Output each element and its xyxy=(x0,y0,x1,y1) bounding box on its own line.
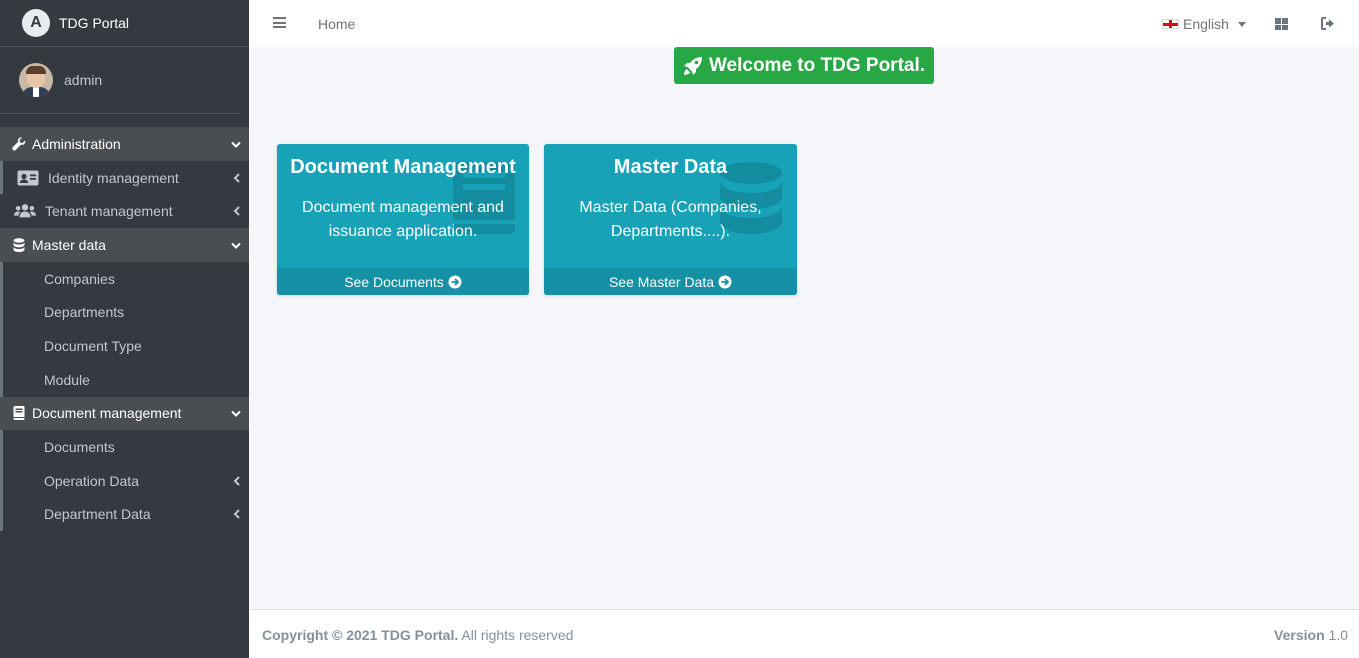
see-documents-link[interactable]: See Documents xyxy=(277,268,529,295)
sidebar-item-label: Tenant management xyxy=(45,203,173,220)
document-management-card: Document Management Document management … xyxy=(277,144,529,295)
top-navbar: Home English xyxy=(249,0,1359,47)
sidebar-item-operation-data[interactable]: Operation Data xyxy=(0,463,249,498)
version-label: Version xyxy=(1274,627,1325,643)
sidebar-item-documents[interactable]: Documents xyxy=(0,430,249,464)
caret-down-icon xyxy=(1237,21,1246,27)
card-text: Document management and issuance applica… xyxy=(302,199,504,240)
sidebar-item-label: Module xyxy=(44,371,90,388)
sidebar-item-label: Document Type xyxy=(44,337,142,354)
sidebar-item-label: Master data xyxy=(32,236,106,253)
brand-link[interactable]: A TDG Portal xyxy=(0,0,249,47)
card-text: Master Data (Companies, Departments....)… xyxy=(579,199,762,240)
brand-logo: A xyxy=(22,9,50,37)
chevron-down-icon xyxy=(231,237,241,253)
language-label: English xyxy=(1183,16,1229,32)
chevron-down-icon xyxy=(231,136,241,152)
sidebar-item-master-data[interactable]: Master data xyxy=(0,228,249,262)
rocket-icon xyxy=(683,56,702,75)
copyright-text: Copyright © 2021 TDG Portal. xyxy=(262,627,459,643)
wrench-icon xyxy=(10,137,28,151)
page-footer: Copyright © 2021 TDG Portal. All rights … xyxy=(249,609,1359,658)
home-link[interactable]: Home xyxy=(318,16,355,32)
sidebar-item-administration[interactable]: Administration xyxy=(0,127,249,161)
chevron-left-icon xyxy=(233,203,241,219)
sidebar-item-identity-management[interactable]: Identity management xyxy=(0,160,249,195)
sidebar-item-tenant-management[interactable]: Tenant management xyxy=(0,194,249,228)
sidebar-nav: Administration Identity management Tenan… xyxy=(0,127,249,532)
england-flag-icon xyxy=(1162,19,1179,29)
see-master-data-link[interactable]: See Master Data xyxy=(544,268,797,295)
sidebar-item-label: Department Data xyxy=(44,506,151,523)
card-title: Document Management xyxy=(290,156,516,178)
chevron-left-icon xyxy=(233,473,241,489)
master-data-card: Master Data Master Data (Companies, Depa… xyxy=(544,144,797,295)
welcome-text: Welcome to TDG Portal. xyxy=(708,54,926,76)
sidebar-item-label: Documents xyxy=(44,439,115,456)
sidebar-item-department-data[interactable]: Department Data xyxy=(0,497,249,532)
book-icon xyxy=(10,406,28,421)
avatar xyxy=(19,63,53,97)
welcome-banner: Welcome to TDG Portal. xyxy=(674,47,934,84)
sidebar-item-label: Departments xyxy=(44,304,125,321)
chevron-left-icon xyxy=(233,170,241,186)
sidebar-item-departments[interactable]: Departments xyxy=(0,295,249,330)
sidebar-item-document-type[interactable]: Document Type xyxy=(0,329,249,363)
id-card-icon xyxy=(17,170,39,186)
rights-text: All rights reserved xyxy=(458,627,574,643)
chevron-left-icon xyxy=(233,506,241,522)
sidebar-item-document-management[interactable]: Document management xyxy=(0,396,249,431)
sign-out-icon[interactable] xyxy=(1321,17,1335,30)
card-link-label: See Documents xyxy=(344,273,444,290)
sidebar-item-label: Companies xyxy=(44,270,115,287)
card-title: Master Data xyxy=(613,156,728,178)
sidebar-item-module[interactable]: Module xyxy=(0,362,249,397)
sidebar-item-label: Operation Data xyxy=(44,472,139,489)
footer-copyright: Copyright © 2021 TDG Portal. All rights … xyxy=(262,627,573,643)
sidebar-item-label: Document management xyxy=(32,405,182,422)
user-name[interactable]: admin xyxy=(64,72,102,88)
language-dropdown[interactable]: English xyxy=(1162,16,1246,32)
sidebar: A TDG Portal admin Administration Identi… xyxy=(0,0,249,658)
arrow-circle-right-icon xyxy=(448,275,462,288)
version-value: 1.0 xyxy=(1324,627,1348,643)
brand-name: TDG Portal xyxy=(59,15,130,31)
sidebar-item-companies[interactable]: Companies xyxy=(0,261,249,296)
hamburger-menu-icon[interactable] xyxy=(273,17,286,28)
database-icon xyxy=(10,238,28,252)
user-panel[interactable]: admin xyxy=(0,47,241,114)
card-link-label: See Master Data xyxy=(608,273,715,290)
footer-version: Version 1.0 xyxy=(1274,627,1348,643)
sidebar-item-label: Identity management xyxy=(48,169,179,186)
chevron-down-icon xyxy=(231,405,241,421)
users-icon xyxy=(14,204,36,218)
grid-icon[interactable] xyxy=(1275,18,1288,30)
arrow-circle-right-icon xyxy=(718,275,732,288)
sidebar-item-label: Administration xyxy=(32,135,121,152)
